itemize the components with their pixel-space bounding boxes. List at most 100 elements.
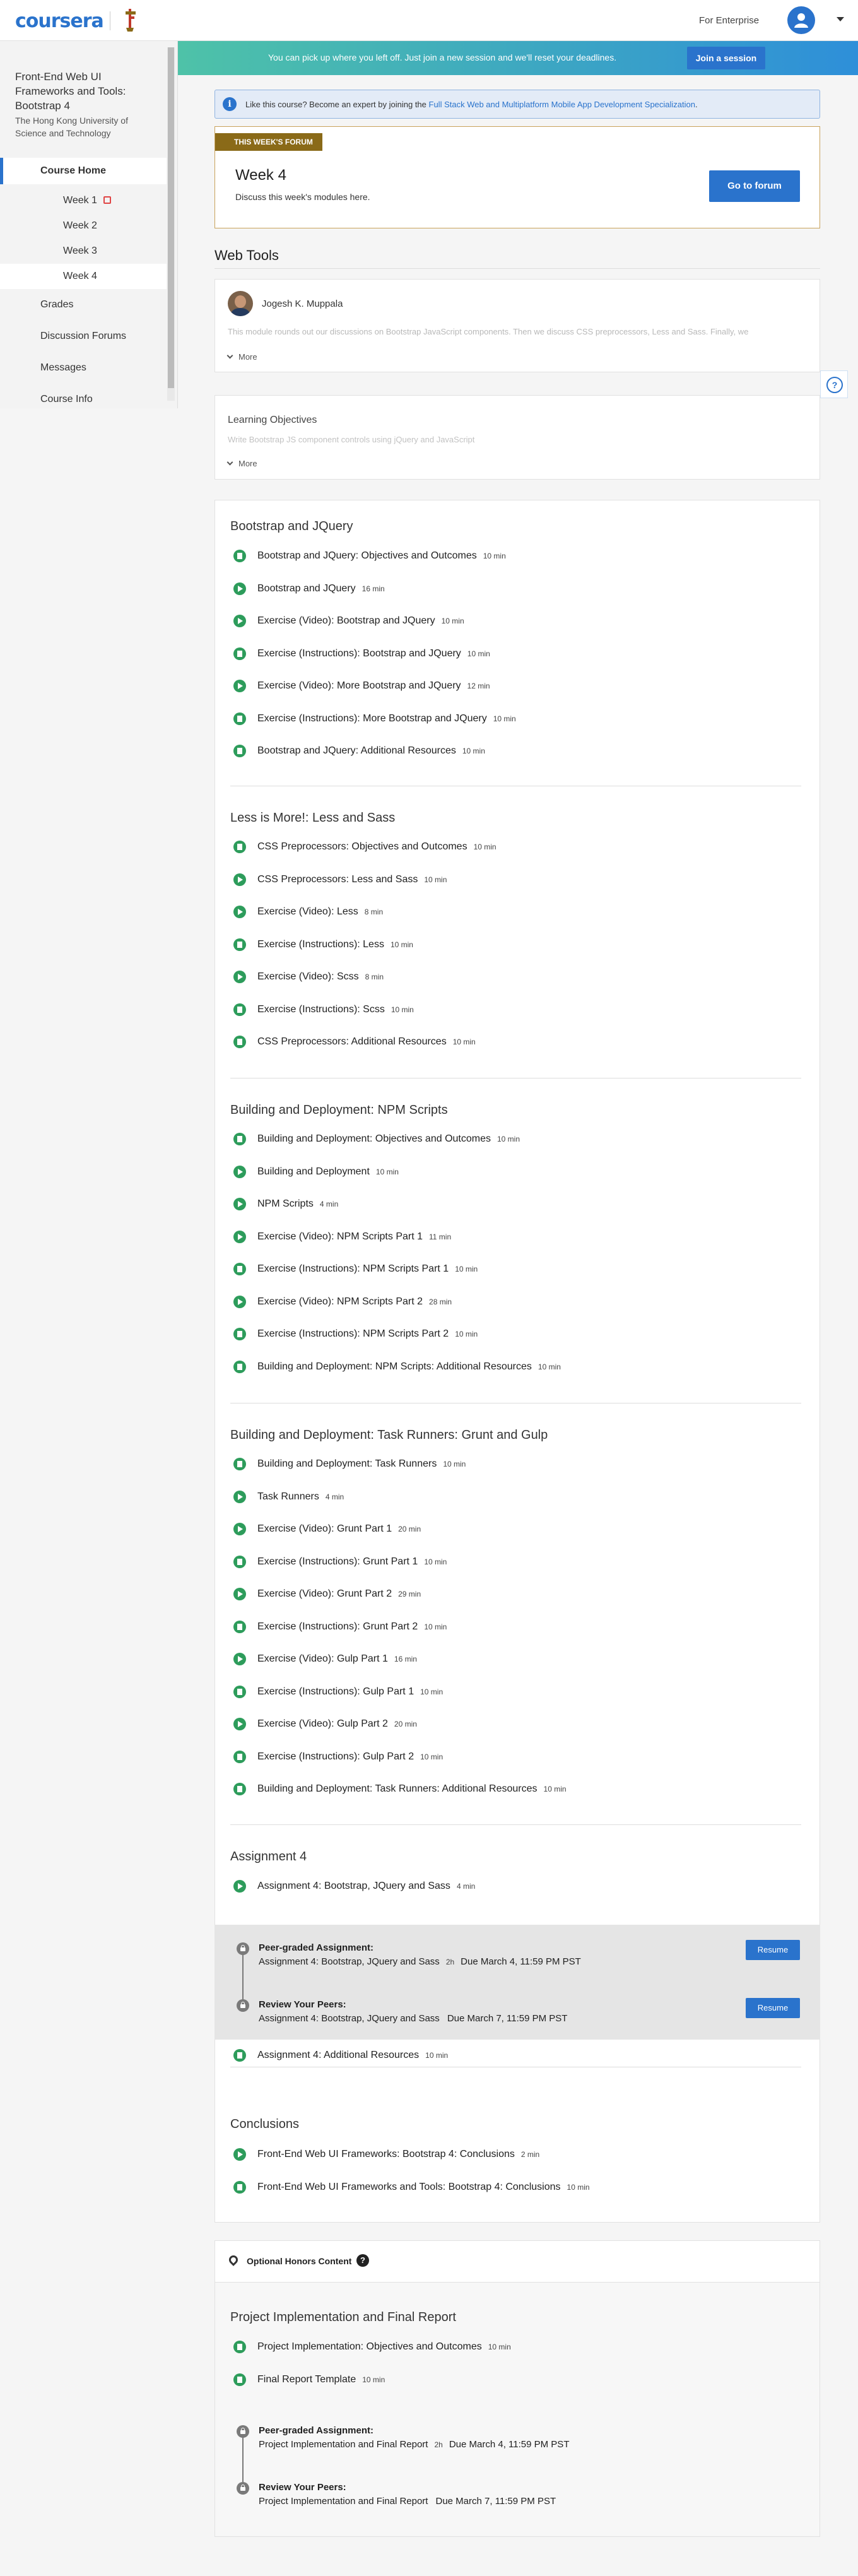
more-toggle[interactable]: More (226, 352, 257, 362)
play-icon (233, 1653, 246, 1665)
timeline-line (242, 2430, 244, 2487)
review-peers-assignment[interactable]: Project Implementation and Final Report D… (259, 2496, 556, 2507)
item-duration: 12 min (467, 682, 490, 690)
item-title: Building and Deployment: Task Runners (257, 1458, 437, 1469)
session-banner: You can pick up where you left off. Just… (178, 41, 858, 75)
reading-icon (233, 2373, 246, 2386)
play-icon (233, 680, 246, 692)
item-title: Bootstrap and JQuery: Objectives and Out… (257, 550, 477, 561)
item-text: Exercise (Video): Less 8 min (257, 906, 383, 918)
sidebar-item-label: Course Home (40, 165, 107, 176)
help-widget[interactable]: ? (820, 370, 848, 398)
item-duration: 10 min (391, 1005, 414, 1014)
more-label: More (238, 352, 257, 362)
resume-button[interactable]: Resume (746, 1998, 800, 2018)
item-title: Exercise (Video): More Bootstrap and JQu… (257, 680, 461, 691)
specialization-link[interactable]: Full Stack Web and Multiplatform Mobile … (429, 100, 695, 109)
item-title: Exercise (Video): NPM Scripts Part 1 (257, 1231, 423, 1242)
module-description-card: Jogesh K. Muppala This module rounds out… (214, 279, 820, 372)
learning-objectives-card: Learning Objectives Write Bootstrap JS c… (214, 395, 820, 480)
item-title: Exercise (Instructions): Bootstrap and J… (257, 647, 461, 659)
top-navigation-bar: coursera For Enterprise (0, 0, 858, 41)
reading-icon (233, 1750, 246, 1763)
item-title: Exercise (Instructions): Grunt Part 2 (257, 1621, 418, 1632)
module-heading: Web Tools (214, 247, 279, 263)
info-text-prefix: Like this course? Become an expert by jo… (245, 100, 429, 109)
item-title: Exercise (Video): Gulp Part 2 (257, 1718, 388, 1729)
reading-icon (233, 712, 246, 725)
for-enterprise-link[interactable]: For Enterprise (699, 15, 759, 26)
sidebar-item-week-3[interactable]: Week 3 (0, 239, 167, 264)
sidebar-item-course-info[interactable]: Course Info (0, 386, 167, 413)
play-icon (233, 1523, 246, 1535)
item-duration: 10 min (483, 552, 506, 560)
go-to-forum-button[interactable]: Go to forum (709, 170, 800, 202)
item-duration: 20 min (394, 1720, 417, 1728)
coursera-logo[interactable]: coursera (15, 10, 104, 32)
item-duration: 10 min (462, 747, 485, 755)
item-text: Exercise (Instructions): Bootstrap and J… (257, 648, 490, 659)
module-description: This module rounds out our discussions o… (228, 327, 749, 336)
sidebar-item-week-1[interactable]: Week 1 (0, 188, 167, 213)
lesson-title: Bootstrap and JQuery (230, 519, 353, 533)
lock-icon (237, 1999, 249, 2012)
assignment-due-date: Due March 4, 11:59 PM PST (449, 2439, 570, 2450)
peer-review-box: Peer-graded Assignment: Assignment 4: Boo… (214, 1925, 820, 2040)
divider (214, 268, 820, 269)
sidebar-item-week-2[interactable]: Week 2 (0, 213, 167, 239)
join-session-button[interactable]: Join a session (687, 47, 765, 69)
play-icon (233, 971, 246, 983)
sidebar-item-course-home[interactable]: Course Home (0, 158, 167, 184)
item-text: Exercise (Video): Grunt Part 2 29 min (257, 1588, 421, 1600)
scrollbar-thumb[interactable] (168, 47, 174, 388)
chevron-down-icon[interactable] (837, 17, 844, 21)
item-duration: 10 min (543, 1785, 567, 1793)
item-title: Assignment 4: Bootstrap, JQuery and Sass (257, 1881, 450, 1891)
item-text: Building and Deployment: Objectives and … (257, 1133, 520, 1145)
university-logo-icon[interactable] (124, 8, 138, 33)
assignment-title: Assignment 4: Bootstrap, JQuery and Sass (259, 2013, 440, 2024)
sidebar-scrollbar[interactable] (167, 47, 175, 401)
item-text: CSS Preprocessors: Additional Resources 1… (257, 1036, 476, 1048)
item-text: Front-End Web UI Frameworks: Bootstrap 4… (257, 2149, 539, 2160)
play-icon (233, 1295, 246, 1308)
reading-icon (233, 745, 246, 757)
user-avatar[interactable] (787, 6, 815, 34)
item-text: Task Runners 4 min (257, 1491, 344, 1503)
reading-icon (233, 1328, 246, 1340)
assignment-due-date: Due March 7, 11:59 PM PST (447, 2013, 568, 2024)
item-title: Project Implementation: Objectives and O… (257, 2341, 482, 2352)
review-peers-assignment[interactable]: Assignment 4: Bootstrap, JQuery and Sass… (259, 2013, 567, 2024)
lesson-title: Conclusions (230, 2117, 299, 2131)
instructor-name[interactable]: Jogesh K. Muppala (262, 298, 343, 309)
item-duration: 4 min (319, 1200, 339, 1208)
course-title[interactable]: Front-End Web UI Frameworks and Tools: B… (15, 69, 160, 113)
item-duration: 20 min (398, 1525, 421, 1533)
sidebar-item-label: Course Info (40, 394, 93, 405)
item-title: Exercise (Video): Gulp Part 1 (257, 1653, 388, 1664)
resume-button[interactable]: Resume (746, 1940, 800, 1960)
item-duration: 10 min (441, 617, 464, 625)
peer-graded-assignment[interactable]: Assignment 4: Bootstrap, JQuery and Sass… (259, 1956, 581, 1967)
item-duration: 10 min (497, 1135, 520, 1143)
item-text: Exercise (Instructions): Gulp Part 2 10 m… (257, 1751, 443, 1763)
item-title: Exercise (Video): Scss (257, 971, 359, 982)
item-title: Building and Deployment: NPM Scripts: Ad… (257, 1361, 532, 1372)
item-text: Bootstrap and JQuery: Objectives and Out… (257, 550, 506, 562)
item-title: Exercise (Video): Grunt Part 1 (257, 1523, 392, 1534)
assignment-title: Project Implementation and Final Report (259, 2496, 428, 2507)
item-duration: 29 min (398, 1590, 421, 1598)
sidebar-item-discussion-forums[interactable]: Discussion Forums (0, 323, 167, 350)
honors-header: Optional Honors Content ? (215, 2241, 820, 2283)
item-duration: 10 min (467, 649, 490, 658)
sidebar-item-week-4[interactable]: Week 4 (0, 264, 167, 289)
review-peers-label: Review Your Peers: (259, 1999, 346, 2010)
item-text: Exercise (Video): Scss 8 min (257, 971, 384, 983)
item-title: Exercise (Instructions): Gulp Part 1 (257, 1686, 414, 1697)
item-text: Exercise (Video): More Bootstrap and JQu… (257, 680, 490, 692)
help-icon[interactable]: ? (356, 2254, 369, 2267)
sidebar-item-messages[interactable]: Messages (0, 355, 167, 381)
sidebar-item-grades[interactable]: Grades (0, 292, 167, 318)
peer-graded-assignment[interactable]: Project Implementation and Final Report 2… (259, 2439, 569, 2450)
more-toggle[interactable]: More (226, 459, 257, 468)
